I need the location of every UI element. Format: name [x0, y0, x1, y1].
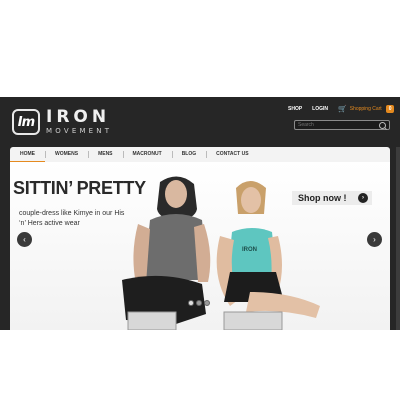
hero-banner: IRON SITTIN’ PRETTY couple-dress like Ki…	[10, 162, 390, 330]
nav-item-contact-us[interactable]: CONTACT US	[206, 147, 258, 162]
search-input[interactable]	[298, 121, 378, 129]
shopping-cart-icon[interactable]: 🛒	[338, 105, 347, 113]
main-nav: HOME WOMENS MENS MACRONUT BLOG CONTACT US	[10, 147, 390, 162]
slider-dots	[188, 300, 210, 306]
shop-now-label: Shop now !	[298, 193, 347, 203]
shop-link[interactable]: SHOP	[288, 106, 302, 112]
logo-mark-icon: Im	[12, 109, 40, 135]
login-link[interactable]: LOGIN	[312, 106, 328, 112]
shop-now-button[interactable]: Shop now ! ›	[292, 191, 372, 205]
nav-item-blog[interactable]: BLOG	[171, 147, 206, 162]
logo-text: IRON MOVEMENT	[46, 109, 112, 135]
chevron-right-icon: ›	[373, 235, 376, 244]
logo[interactable]: Im IRON MOVEMENT	[12, 107, 112, 137]
slider-dot[interactable]	[188, 300, 194, 306]
page-edge	[396, 147, 400, 330]
hero-subtitle: couple-dress like Kimye in our His ‘n’ H…	[19, 210, 125, 227]
logo-subword: MOVEMENT	[46, 127, 113, 135]
header: Im IRON MOVEMENT SHOP LOGIN 🛒 Shopping C…	[0, 97, 400, 143]
search-box	[294, 120, 390, 130]
search-icon[interactable]	[379, 122, 386, 129]
slider-next-button[interactable]: ›	[367, 232, 382, 247]
slider-dot[interactable]	[204, 300, 210, 306]
site-header-area: Im IRON MOVEMENT SHOP LOGIN 🛒 Shopping C…	[0, 97, 400, 330]
nav-item-mens[interactable]: MENS	[88, 147, 122, 162]
cart-count-badge: 0	[385, 105, 395, 113]
tank-print-text: IRON	[242, 247, 257, 253]
top-links: SHOP LOGIN 🛒 Shopping Cart 0	[288, 105, 395, 113]
chevron-right-icon: ›	[358, 193, 368, 203]
slider-dot[interactable]	[196, 300, 202, 306]
nav-item-womens[interactable]: WOMENS	[45, 147, 88, 162]
logo-word: IRON	[46, 107, 111, 127]
nav-item-home[interactable]: HOME	[10, 147, 45, 162]
chevron-left-icon: ‹	[23, 235, 26, 244]
slider-prev-button[interactable]: ‹	[17, 232, 32, 247]
nav-item-macronut[interactable]: MACRONUT	[122, 147, 172, 162]
hero-title: SITTIN’ PRETTY	[13, 178, 146, 198]
shopping-cart-link[interactable]: Shopping Cart	[350, 106, 382, 112]
